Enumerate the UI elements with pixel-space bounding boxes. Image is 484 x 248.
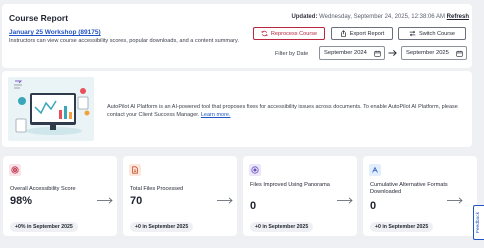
metric-change-badge: +0 in September 2025 <box>250 222 314 232</box>
switch-arrows-icon <box>409 30 416 37</box>
metric-label: Cumulative Alternative Formats Downloade… <box>370 182 448 195</box>
metric-change-badge: +0% in September 2025 <box>10 222 78 232</box>
metric-value: 0 <box>370 200 377 212</box>
date-to-picker[interactable]: September 2025 <box>401 46 467 60</box>
metric-change-badge: +0 in September 2025 <box>130 222 194 232</box>
arrow-right-icon <box>97 197 113 204</box>
arrow-right-icon <box>337 197 353 204</box>
metric-value: 98% <box>10 195 33 207</box>
page-title: Course Report <box>9 13 69 23</box>
metric-card-total-files[interactable]: Total Files Processed 70 +0 in September… <box>123 156 237 236</box>
feedback-tab[interactable]: Feedback <box>473 205 484 240</box>
date-from-value: September 2024 <box>324 50 367 56</box>
updated-label: Updated: <box>291 14 318 20</box>
metric-label: Files Improved Using Panorama <box>250 182 330 188</box>
arrow-right-icon <box>388 49 397 57</box>
arrow-right-icon <box>217 197 233 204</box>
calendar-icon <box>374 50 381 57</box>
refresh-link[interactable]: Refresh <box>447 14 469 20</box>
autopilot-banner-text: AutoPilot AI Platform is an AI-powered t… <box>107 103 467 119</box>
metric-card-accessibility-score[interactable]: Overall Accessibility Score 98% +0% in S… <box>3 156 117 236</box>
autopilot-banner-message: AutoPilot AI Platform is an AI-powered t… <box>107 104 458 118</box>
metric-value: 70 <box>130 195 143 207</box>
date-to-value: September 2025 <box>406 50 449 56</box>
updated-timestamp: Updated: Wednesday, September 24, 2025, … <box>291 14 469 20</box>
document-icon <box>129 164 141 176</box>
date-from-picker[interactable]: September 2024 <box>319 46 385 60</box>
dashboard-illustration-icon <box>14 80 90 135</box>
learn-more-link[interactable]: Learn more. <box>201 112 231 118</box>
metric-label: Overall Accessibility Score <box>10 186 76 192</box>
switch-course-label: Switch Course <box>418 30 456 37</box>
arrow-right-icon <box>447 197 463 204</box>
feedback-label: Feedback <box>476 211 482 234</box>
metric-change-badge: +0 in September 2025 <box>370 222 434 232</box>
reprocess-course-label: Reprocess Course <box>270 30 318 37</box>
course-description: Instructors can view course accessibilit… <box>9 38 239 44</box>
export-icon <box>340 30 346 37</box>
refresh-icon <box>261 30 268 37</box>
panorama-icon <box>249 164 261 176</box>
metric-value: 0 <box>250 200 257 212</box>
calendar-icon <box>456 50 463 57</box>
autopilot-banner: AutoPilot AI Platform is an AI-powered t… <box>2 71 472 147</box>
metric-label: Total Files Processed <box>130 186 184 192</box>
metric-card-panorama-files[interactable]: Files Improved Using Panorama 0 +0 in Se… <box>243 156 357 236</box>
export-report-label: Export Report <box>349 30 385 37</box>
autopilot-illustration <box>8 77 94 141</box>
metric-card-alt-formats[interactable]: Cumulative Alternative Formats Downloade… <box>363 156 477 236</box>
alt-format-icon <box>369 164 381 176</box>
course-report-header: Course Report January 25 Workshop (89175… <box>2 4 472 68</box>
reprocess-course-button[interactable]: Reprocess Course <box>253 27 325 40</box>
course-link[interactable]: January 25 Workshop (89175) <box>9 29 101 36</box>
export-report-button[interactable]: Export Report <box>331 27 393 40</box>
target-icon <box>9 164 21 176</box>
updated-value: Wednesday, September 24, 2025, 12:38:06 … <box>319 14 445 20</box>
filter-by-date-label: Filter by Date <box>275 51 309 57</box>
switch-course-button[interactable]: Switch Course <box>398 27 466 40</box>
